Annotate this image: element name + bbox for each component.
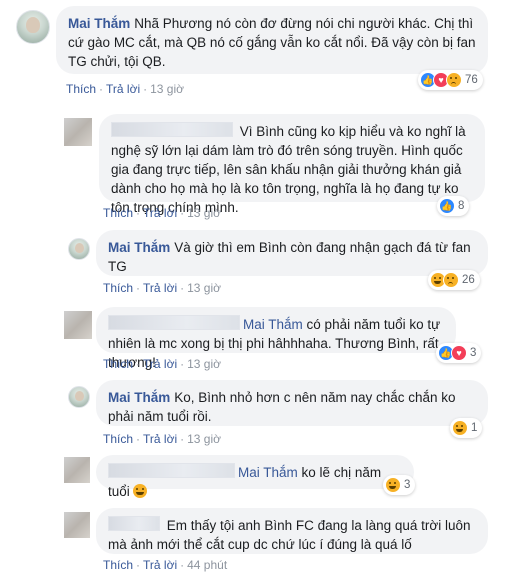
rofl-emoji-icon — [132, 484, 147, 498]
love-reaction-icon: ♥ — [451, 345, 467, 361]
timestamp[interactable]: 13 giờ — [187, 206, 221, 220]
timestamp[interactable]: 13 giờ — [150, 82, 184, 96]
reply-link[interactable]: Trả lời — [106, 82, 140, 96]
like-link[interactable]: Thích — [66, 82, 96, 96]
reply-link[interactable]: Trả lời — [143, 357, 177, 371]
comment-actions: Thích · Trả lời · 13 giờ — [103, 281, 221, 295]
comment-actions: Thích · Trả lời · 44 phút — [103, 558, 228, 572]
avatar[interactable] — [68, 238, 90, 260]
redacted-author-name — [111, 122, 233, 137]
reaction-summary[interactable]: 👍 8 — [437, 196, 470, 216]
reaction-count: 76 — [465, 74, 478, 86]
reaction-count: 3 — [470, 347, 477, 359]
reply-link[interactable]: Trả lời — [143, 281, 177, 295]
reply-2: Mai Thắm Và giờ thì em Bình còn đang nhận… — [0, 228, 517, 298]
reaction-summary[interactable]: 👍 ♥ 76 — [418, 70, 483, 90]
comment-bubble: Mai Thắm Ko, Bình nhỏ hơn c nên năm nay c… — [96, 380, 488, 426]
mention-link[interactable]: Mai Thắm — [243, 317, 303, 332]
reply-link[interactable]: Trả lời — [143, 558, 177, 572]
reply-6: Em thấy tội anh Bình FC đang la làng quá… — [0, 508, 517, 572]
like-link[interactable]: Thích — [103, 558, 133, 572]
like-reaction-icon: 👍 — [439, 198, 455, 214]
like-link[interactable]: Thích — [103, 206, 133, 220]
comment-actions: Thích · Trả lời · 13 giờ — [103, 432, 221, 446]
avatar[interactable] — [64, 118, 92, 146]
comment-text: Em thấy tội anh Bình FC đang la làng quá… — [108, 518, 471, 552]
comment-bubble: Vì Bình cũng ko kịp hiểu và ko nghĩ là n… — [99, 114, 485, 215]
reply-3: Mai Thắm có phải năm tuổi ko tự nhiên là… — [0, 305, 517, 377]
haha-reaction-icon — [385, 477, 401, 493]
comment-bubble: Mai Thắm Và giờ thì em Bình còn đang nhận… — [96, 230, 488, 276]
avatar[interactable] — [64, 311, 92, 339]
comment-author[interactable]: Mai Thắm — [108, 390, 170, 405]
comment-bubble: Mai Thắm có phải năm tuổi ko tự nhiên là… — [96, 307, 456, 370]
sad-reaction-icon — [446, 72, 462, 88]
redacted-author-name — [108, 516, 160, 531]
mention-link[interactable]: Mai Thắm — [238, 465, 298, 480]
reply-link[interactable]: Trả lời — [143, 432, 177, 446]
avatar[interactable] — [64, 457, 90, 483]
haha-reaction-icon — [452, 420, 468, 436]
like-link[interactable]: Thích — [103, 357, 133, 371]
like-link[interactable]: Thích — [103, 432, 133, 446]
avatar[interactable] — [64, 512, 90, 538]
reaction-count: 1 — [471, 422, 478, 434]
avatar[interactable] — [16, 10, 50, 44]
redacted-author-name — [108, 463, 235, 478]
comment-1: Mai Thắm Nhã Phương nó còn đơ đừng nói ch… — [0, 0, 517, 100]
avatar[interactable] — [68, 386, 90, 408]
comment-text: Vì Bình cũng ko kịp hiểu và ko nghĩ là n… — [111, 124, 466, 215]
comment-actions: Thích · Trả lời · 13 giờ — [103, 357, 221, 371]
comment-author[interactable]: Mai Thắm — [108, 240, 170, 255]
comment-actions: Thích · Trả lời · 13 giờ — [66, 82, 184, 96]
reaction-summary[interactable]: 1 — [450, 418, 483, 438]
comment-bubble: Mai Thắm ko lẽ chị năm tuổi — [96, 455, 414, 499]
timestamp[interactable]: 13 giờ — [187, 281, 221, 295]
redacted-author-name — [108, 315, 240, 330]
comment-author[interactable]: Mai Thắm — [68, 16, 130, 31]
reaction-summary[interactable]: 👍 ♥ 3 — [436, 343, 482, 363]
reaction-summary[interactable]: 26 — [428, 270, 480, 290]
reply-1: Vì Bình cũng ko kịp hiểu và ko nghĩ là n… — [0, 110, 517, 225]
timestamp[interactable]: 13 giờ — [187, 432, 221, 446]
comment-bubble: Mai Thắm Nhã Phương nó còn đơ đừng nói ch… — [56, 6, 488, 74]
reaction-summary[interactable]: 3 — [383, 475, 416, 495]
reply-link[interactable]: Trả lời — [143, 206, 177, 220]
reply-4: Mai Thắm Ko, Bình nhỏ hơn c nên năm nay c… — [0, 380, 517, 455]
sad-reaction-icon — [443, 272, 459, 288]
reaction-count: 26 — [462, 274, 475, 286]
comment-actions: Thích · Trả lời · 13 giờ — [103, 206, 221, 220]
comment-bubble: Em thấy tội anh Bình FC đang la làng quá… — [96, 508, 488, 554]
reply-5: Mai Thắm ko lẽ chị năm tuổi 3 — [0, 455, 517, 505]
timestamp[interactable]: 13 giờ — [187, 357, 221, 371]
like-link[interactable]: Thích — [103, 281, 133, 295]
reaction-count: 3 — [404, 479, 411, 491]
reaction-count: 8 — [458, 200, 465, 212]
timestamp[interactable]: 44 phút — [187, 558, 227, 572]
